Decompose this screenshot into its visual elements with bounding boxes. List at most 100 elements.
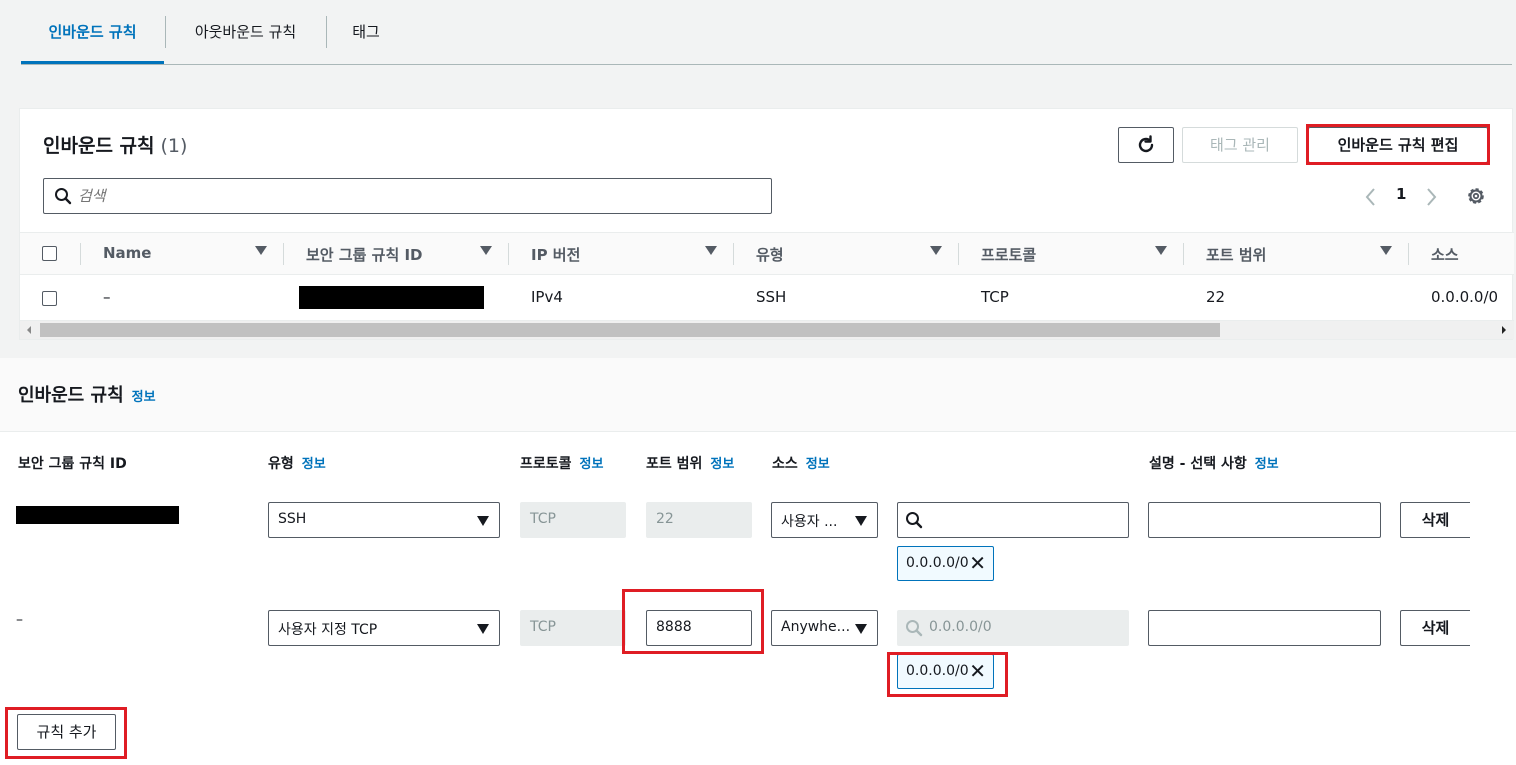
cell-protocol: TCP (981, 288, 1009, 306)
column-header-source[interactable]: 소스 (1431, 244, 1459, 265)
info-link[interactable]: 정보 (710, 457, 734, 472)
delete-rule-button[interactable]: 삭제 (1400, 502, 1470, 538)
table-row[interactable]: – IPv4 SSH TCP 22 0.0.0.0/0 (20, 275, 1514, 321)
label-type-text: 유형 (268, 456, 294, 472)
label-protocol: 프로토콜 정보 (520, 453, 603, 473)
refresh-icon (1138, 135, 1154, 153)
column-header-rule-id[interactable]: 보안 그룹 규칙 ID (306, 244, 423, 265)
label-rule-id: 보안 그룹 규칙 ID (18, 456, 127, 472)
column-header-ip-version[interactable]: IP 버전 (531, 244, 580, 265)
horizontal-scrollbar[interactable] (20, 321, 1514, 339)
source-cidr-search: 0.0.0.0/0 (897, 610, 1129, 646)
column-divider (508, 243, 509, 265)
scrollbar-thumb[interactable] (40, 323, 1220, 337)
sort-icon[interactable] (1380, 246, 1392, 255)
dropdown-arrow-icon (477, 624, 489, 634)
scroll-left-icon[interactable] (24, 321, 34, 339)
sort-icon[interactable] (480, 246, 492, 255)
cell-ip-version: IPv4 (531, 288, 563, 306)
sort-icon[interactable] (1155, 246, 1167, 255)
search-icon (55, 188, 72, 205)
label-description-text: 설명 - 선택 사항 (1149, 456, 1247, 472)
source-type-select[interactable]: 사용자 ... (771, 502, 878, 538)
label-port-range-text: 포트 범위 (646, 456, 703, 472)
sort-icon[interactable] (255, 246, 267, 255)
description-input[interactable] (1148, 502, 1381, 538)
previous-page-icon[interactable] (1364, 187, 1376, 207)
port-range-field: 22 (646, 502, 752, 538)
column-divider (1408, 243, 1409, 265)
info-link[interactable]: 정보 (806, 457, 830, 472)
source-token-label: 0.0.0.0/0 (906, 555, 969, 571)
page-number[interactable]: 1 (1396, 185, 1406, 203)
type-select-value: SSH (278, 511, 307, 527)
search-box (43, 178, 772, 214)
column-divider (733, 243, 734, 265)
label-port-range: 포트 범위 정보 (646, 453, 734, 473)
type-select[interactable]: 사용자 지정 TCP (268, 610, 500, 646)
delete-rule-button[interactable]: 삭제 (1400, 610, 1470, 646)
info-link[interactable]: 정보 (1255, 457, 1279, 472)
highlight-add-rule-button (5, 707, 127, 759)
type-select[interactable]: SSH (268, 502, 500, 538)
search-input[interactable] (78, 185, 758, 207)
dropdown-arrow-icon (477, 516, 489, 526)
redacted-rule-id (299, 286, 484, 309)
redacted-rule-id (16, 506, 179, 524)
description-input[interactable] (1148, 610, 1381, 646)
info-link[interactable]: 정보 (580, 457, 604, 472)
sort-icon[interactable] (930, 246, 942, 255)
next-page-icon[interactable] (1426, 187, 1438, 207)
protocol-field: TCP (520, 502, 626, 538)
settings-gear-icon[interactable] (1466, 186, 1486, 206)
column-divider (958, 243, 959, 265)
source-type-select[interactable]: Anywhe... (771, 610, 878, 646)
label-protocol-text: 프로토콜 (520, 456, 572, 472)
tab-inbound-rules[interactable]: 인바운드 규칙 (21, 0, 164, 64)
edit-section-header: 인바운드 규칙 정보 (0, 358, 1516, 432)
tab-tags[interactable]: 태그 (327, 0, 405, 64)
inbound-rules-panel: 인바운드 규칙(1) 태그 관리 인바운드 규칙 편집 1 Name 보안 그룹… (19, 108, 1514, 340)
source-token: 0.0.0.0/0 ✕ (897, 546, 994, 581)
cell-name: – (103, 288, 111, 306)
column-header-type[interactable]: 유형 (756, 244, 784, 265)
search-icon (906, 512, 923, 529)
active-tab-indicator (21, 61, 164, 64)
info-link[interactable]: 정보 (302, 457, 326, 472)
source-search-placeholder: 0.0.0.0/0 (929, 619, 992, 635)
source-type-value: Anywhe... (781, 619, 851, 635)
tab-bar: 인바운드 규칙 아웃바운드 규칙 태그 (0, 0, 1516, 66)
panel-title: 인바운드 규칙 (1) (43, 131, 187, 158)
scroll-right-icon[interactable] (1499, 321, 1509, 339)
column-header-protocol[interactable]: 프로토콜 (981, 244, 1036, 265)
column-header-port-range[interactable]: 포트 범위 (1206, 244, 1266, 265)
sort-icon[interactable] (705, 246, 717, 255)
label-type: 유형 정보 (268, 453, 326, 473)
row-checkbox[interactable] (42, 291, 57, 306)
highlight-edit-rules-button (1306, 124, 1490, 165)
manage-tags-button[interactable]: 태그 관리 (1182, 127, 1298, 163)
column-header-name[interactable]: Name (103, 244, 151, 262)
refresh-button[interactable] (1118, 127, 1174, 163)
cell-port-range: 22 (1206, 288, 1226, 306)
info-link[interactable]: 정보 (132, 390, 156, 405)
rule-count: (1) (160, 135, 188, 157)
highlight-source-token (887, 652, 1008, 697)
cell-source: 0.0.0.0/0 (1431, 288, 1499, 306)
cell-type: SSH (756, 288, 787, 306)
edit-section-title: 인바운드 규칙 정보 (18, 381, 156, 407)
column-divider (283, 243, 284, 265)
tab-outbound-rules[interactable]: 아웃바운드 규칙 (166, 0, 325, 64)
tab-bar-border (21, 64, 1512, 65)
dropdown-arrow-icon (855, 516, 867, 526)
protocol-field: TCP (520, 610, 626, 646)
remove-token-icon[interactable]: ✕ (969, 553, 986, 573)
label-source: 소스 정보 (772, 453, 830, 473)
label-source-text: 소스 (772, 456, 798, 472)
source-type-value: 사용자 ... (781, 514, 838, 530)
select-all-checkbox[interactable] (42, 246, 57, 261)
column-divider (80, 243, 81, 265)
highlight-port-range (622, 589, 764, 654)
source-cidr-search[interactable] (897, 502, 1129, 538)
rule-id-value: – (16, 612, 23, 628)
